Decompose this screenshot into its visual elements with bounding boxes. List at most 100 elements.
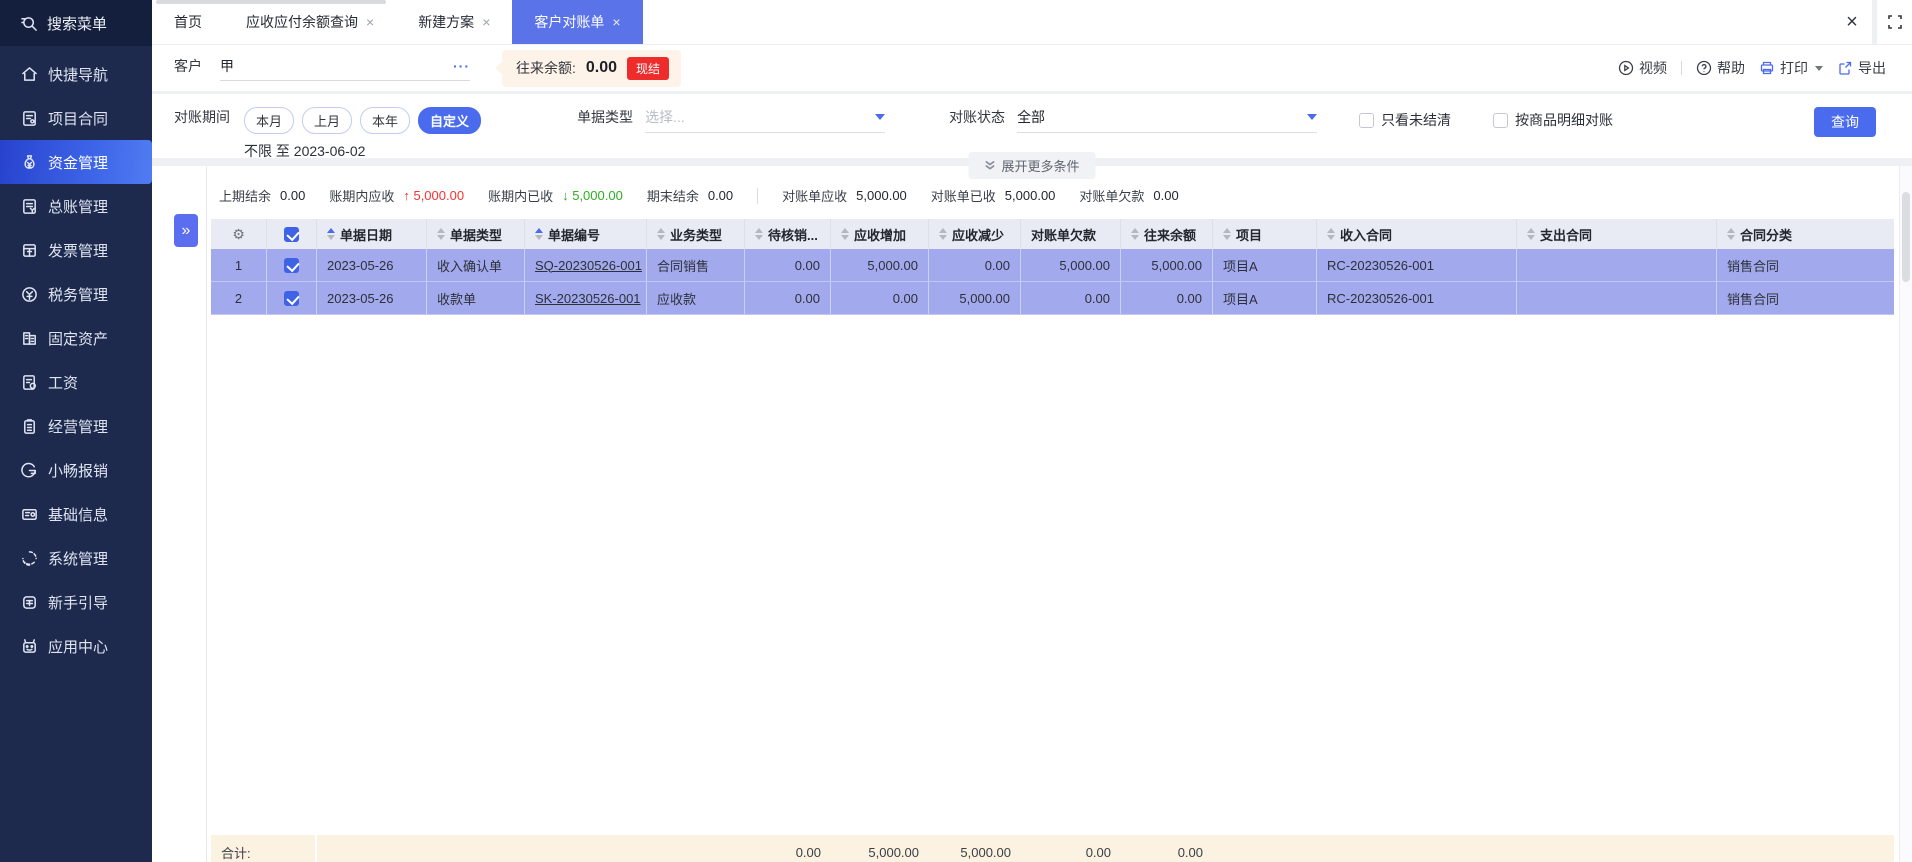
only-unsettled-checkbox[interactable]: 只看未结清 (1359, 110, 1451, 130)
col-statement-debt[interactable]: 对账单欠款 (1021, 219, 1121, 249)
vertical-scrollbar[interactable] (1899, 166, 1912, 862)
column-settings-cell[interactable] (211, 219, 267, 249)
tab-customer-statement[interactable]: 客户对账单 (512, 0, 643, 44)
sort-icon[interactable] (755, 228, 763, 240)
cell-receivable-dec: 0.00 (929, 249, 1021, 281)
close-tab-icon[interactable] (612, 14, 620, 30)
printer-icon (1760, 61, 1774, 75)
row-select-cell[interactable] (267, 249, 317, 281)
print-button[interactable]: 打印 (1759, 58, 1823, 78)
tab-new-plan[interactable]: 新建方案 (396, 0, 512, 44)
sort-icon[interactable] (939, 228, 947, 240)
customer-input[interactable]: 甲 (220, 56, 470, 81)
sidebar-item-fixed-assets[interactable]: 固定资产 (0, 316, 152, 360)
col-receivable-inc[interactable]: 应收增加 (831, 219, 929, 249)
close-window-button[interactable] (1832, 0, 1872, 44)
expand-more-button[interactable]: 展开更多条件 (968, 152, 1096, 179)
col-biz-type[interactable]: 业务类型 (647, 219, 745, 249)
checkbox-checked-icon[interactable] (284, 290, 299, 306)
video-button[interactable]: 视频 (1618, 58, 1667, 78)
by-item-detail-checkbox[interactable]: 按商品明细对账 (1493, 110, 1613, 130)
sidebar-item-general-ledger[interactable]: 总账管理 (0, 184, 152, 228)
cell-pending: 0.00 (745, 282, 831, 314)
col-contract-category[interactable]: 合同分类 (1717, 219, 1894, 249)
sidebar-item-system[interactable]: 系统管理 (0, 536, 152, 580)
sidebar-item-project-contract[interactable]: 项目合同 (0, 96, 152, 140)
col-balance[interactable]: 往来余额 (1121, 219, 1213, 249)
period-filter: 对账期间 本月 上月 本年 自定义 不限 至 2023-06-02 (174, 107, 482, 161)
sort-icon[interactable] (1223, 228, 1231, 240)
col-income-contract[interactable]: 收入合同 (1317, 219, 1517, 249)
status-select[interactable]: 全部 (1017, 107, 1318, 133)
status-filter: 对账状态 全部 (949, 107, 1318, 133)
col-doc-type[interactable]: 单据类型 (427, 219, 525, 249)
doc-type-select[interactable]: 选择... (645, 107, 886, 133)
scrollbar-thumb[interactable] (1902, 192, 1910, 282)
period-last-month-pill[interactable]: 上月 (302, 107, 353, 134)
sort-icon[interactable] (437, 228, 445, 240)
sidebar-item-invoice[interactable]: 发票管理 (0, 228, 152, 272)
row-select-cell[interactable] (267, 282, 317, 314)
row-number: 1 (211, 249, 267, 281)
sidebar-item-funds[interactable]: 资金管理 (0, 140, 152, 184)
close-tab-icon[interactable] (366, 14, 374, 30)
cell-receivable-inc: 0.00 (831, 282, 929, 314)
expand-sidebar-panel-button[interactable] (174, 214, 198, 247)
cell-contract-category: 销售合同 (1727, 258, 1780, 274)
cell-statement-debt: 5,000.00 (1021, 249, 1121, 281)
double-chevron-down-icon (985, 161, 995, 170)
col-doc-date[interactable]: 单据日期 (317, 219, 427, 249)
fullscreen-button[interactable] (1872, 0, 1912, 44)
col-pending[interactable]: 待核销... (745, 219, 831, 249)
cell-doc-date: 2023-05-26 (317, 249, 427, 281)
sidebar-item-operations[interactable]: 经营管理 (0, 404, 152, 448)
table-row[interactable]: 1 2023-05-26 收入确认单 SQ-20230526-001 合同销售 … (211, 249, 1894, 282)
help-button[interactable]: 帮助 (1696, 58, 1745, 78)
doc-no-link[interactable]: SQ-20230526-001 (535, 258, 642, 273)
checkbox-checked-icon[interactable] (284, 226, 299, 242)
table-row[interactable]: 2 2023-05-26 收款单 SK-20230526-001 应收款 0.0… (211, 282, 1894, 315)
sort-asc-icon[interactable] (535, 228, 543, 240)
period-this-year-pill[interactable]: 本年 (360, 107, 411, 134)
tab-home[interactable]: 首页 (152, 0, 224, 44)
tab-balance-query[interactable]: 应收应付余额查询 (224, 0, 396, 44)
sidebar-search-menu[interactable]: 搜索菜单 (0, 0, 152, 46)
col-expense-contract[interactable]: 支出合同 (1517, 219, 1717, 249)
col-project[interactable]: 项目 (1213, 219, 1317, 249)
doc-type-label: 单据类型 (577, 109, 634, 125)
tax-icon (20, 285, 38, 303)
close-tab-icon[interactable] (482, 14, 490, 30)
sidebar-item-salary[interactable]: 工资 (0, 360, 152, 404)
col-receivable-dec[interactable]: 应收减少 (929, 219, 1021, 249)
tab-scrollbar[interactable] (156, 0, 386, 4)
export-button[interactable]: 导出 (1837, 58, 1886, 78)
sidebar-item-base-info[interactable]: 基础信息 (0, 492, 152, 536)
period-custom-pill[interactable]: 自定义 (418, 107, 482, 134)
sidebar: 搜索菜单 快捷导航 项目合同 资金管理 总账管理 发票管理 税务管理 固定资产 … (0, 0, 152, 862)
select-all-cell[interactable] (267, 219, 317, 249)
more-options-icon[interactable] (453, 58, 470, 74)
doc-type-placeholder: 选择... (645, 109, 685, 125)
sort-asc-icon[interactable] (327, 228, 335, 240)
sidebar-item-quick-nav[interactable]: 快捷导航 (0, 52, 152, 96)
sort-icon[interactable] (841, 228, 849, 240)
doc-type-filter: 单据类型 选择... (577, 107, 886, 133)
query-button[interactable]: 查询 (1814, 107, 1876, 137)
checkbox-checked-icon[interactable] (284, 257, 299, 273)
sidebar-item-tax[interactable]: 税务管理 (0, 272, 152, 316)
sidebar-item-xiaochang-expense[interactable]: 小畅报销 (0, 448, 152, 492)
sort-icon[interactable] (1327, 228, 1335, 240)
sort-icon[interactable] (1727, 228, 1735, 240)
sort-icon[interactable] (657, 228, 665, 240)
sidebar-item-beginner-guide[interactable]: 新手引导 (0, 580, 152, 624)
sort-icon[interactable] (1131, 228, 1139, 240)
period-range-value[interactable]: 不限 至 2023-06-02 (244, 141, 481, 161)
doc-no-link[interactable]: SK-20230526-001 (535, 291, 641, 306)
divider (1681, 61, 1682, 75)
cell-income-contract: RC-20230526-001 (1317, 249, 1517, 281)
home-icon (20, 65, 38, 83)
col-doc-no[interactable]: 单据编号 (525, 219, 647, 249)
period-this-month-pill[interactable]: 本月 (244, 107, 295, 134)
sidebar-item-app-center[interactable]: 应用中心 (0, 624, 152, 668)
sort-icon[interactable] (1527, 228, 1535, 240)
